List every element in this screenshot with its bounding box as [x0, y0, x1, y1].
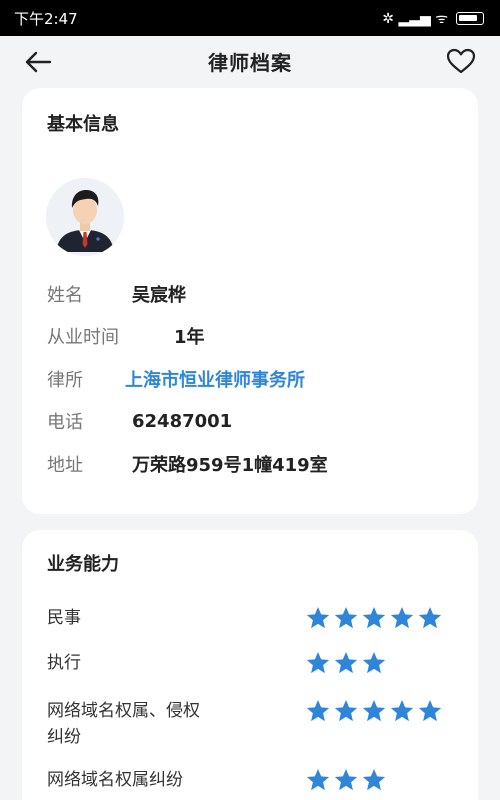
label-phone: 电话	[47, 412, 83, 433]
page-title: 律师档案	[208, 50, 292, 75]
star-icon	[334, 768, 358, 791]
skill-rating	[305, 698, 443, 724]
avatar-lawyer-icon	[46, 178, 124, 256]
status-bar: 下午2:47 ✲ ▂▃▅ ᯤ	[0, 0, 500, 36]
skill-name-line2: 纠纷	[47, 727, 81, 747]
star-icon	[390, 699, 414, 722]
skill-name: 执行	[47, 650, 277, 676]
skill-name: 网络域名权属、侵权 纠纷	[47, 698, 277, 750]
value-address: 万荣路959号1幢419室	[132, 455, 328, 476]
skill-name-line1: 执行	[47, 653, 81, 673]
star-icon	[362, 768, 386, 791]
skill-name: 民事	[47, 605, 277, 631]
info-row-law-firm: 律所 上海市恒业律师事务所	[47, 366, 305, 392]
skill-name-line1: 民事	[47, 608, 81, 628]
law-firm-link[interactable]: 上海市恒业律师事务所	[125, 366, 305, 392]
star-icon	[306, 768, 330, 791]
skill-row: 网络域名权属纠纷	[47, 767, 453, 793]
skill-row: 民事	[47, 605, 453, 631]
back-arrow-icon	[25, 51, 52, 73]
skills-card: 业务能力 民事 执行 网络域名权属、侵权 纠纷 网络域名权属纠纷	[22, 530, 478, 800]
label-name: 姓名	[47, 285, 83, 306]
info-row-experience: 从业时间 1年	[47, 323, 205, 349]
heart-outline-icon	[446, 48, 476, 74]
info-row-phone: 电话 62487001	[47, 408, 232, 434]
battery-icon	[456, 11, 484, 25]
star-icon	[390, 606, 414, 629]
app-header: 律师档案	[0, 36, 500, 86]
skill-name-line1: 网络域名权属、侵权	[47, 701, 200, 721]
back-button[interactable]	[22, 46, 54, 78]
skill-row: 执行	[47, 650, 453, 676]
skills-title: 业务能力	[47, 554, 119, 575]
skill-name: 网络域名权属纠纷	[47, 767, 277, 793]
skill-rating	[305, 650, 387, 676]
star-icon	[362, 651, 386, 674]
basic-info-title: 基本信息	[47, 114, 119, 135]
lawyer-avatar	[46, 178, 124, 256]
value-phone[interactable]: 62487001	[132, 411, 232, 432]
basic-info-card: 基本信息 姓名 吴宸桦 从业时间 1年 律所 上海市恒业律师事务所 电话 624…	[22, 88, 478, 514]
label-experience: 从业时间	[47, 327, 119, 348]
value-experience: 1年	[174, 327, 205, 348]
skill-rating	[305, 605, 443, 631]
star-icon	[306, 651, 330, 674]
star-icon	[362, 606, 386, 629]
status-time: 下午2:47	[14, 9, 78, 28]
star-icon	[418, 606, 442, 629]
star-icon	[334, 651, 358, 674]
info-row-address: 地址 万荣路959号1幢419室	[47, 451, 328, 477]
signal-icons: ✲ ▂▃▅ ᯤ	[382, 10, 448, 27]
star-icon	[334, 699, 358, 722]
star-icon	[418, 699, 442, 722]
label-law-firm: 律所	[47, 370, 83, 391]
status-icons: ✲ ▂▃▅ ᯤ	[382, 9, 484, 28]
skill-rating	[305, 767, 387, 793]
info-row-name: 姓名 吴宸桦	[47, 281, 186, 307]
skill-name-line1: 网络域名权属纠纷	[47, 770, 183, 790]
star-icon	[306, 699, 330, 722]
value-name: 吴宸桦	[132, 285, 186, 306]
label-address: 地址	[47, 455, 83, 476]
star-icon	[362, 699, 386, 722]
star-icon	[334, 606, 358, 629]
favorite-button[interactable]	[444, 44, 478, 78]
skill-row: 网络域名权属、侵权 纠纷	[47, 698, 453, 750]
star-icon	[306, 606, 330, 629]
